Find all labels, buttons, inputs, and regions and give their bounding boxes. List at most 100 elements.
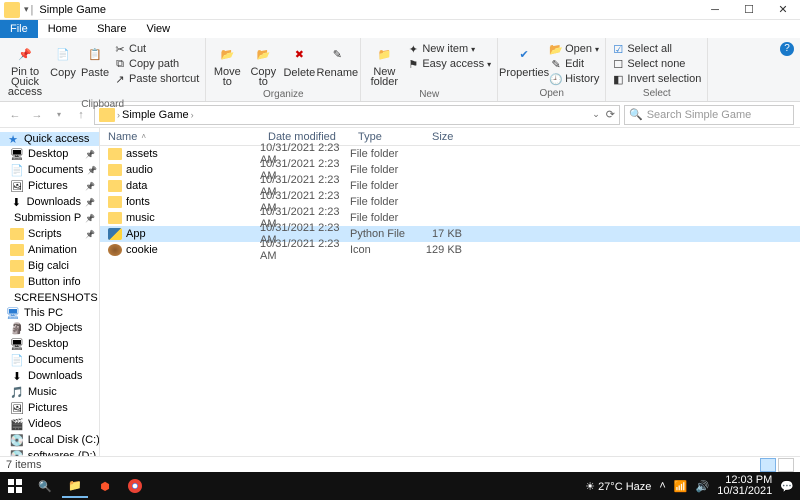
maximize-button[interactable]: ☐ [732, 0, 766, 20]
sidebar-item[interactable]: ⬇Downloads [0, 368, 99, 384]
sidebar-item[interactable]: SCREENSHOTS [0, 290, 99, 306]
taskbar[interactable]: 🔍 📁 ⬢ ☀ 27°C Haze ˄ 📶 🔊 12:03 PM 10/31/2… [0, 472, 800, 500]
select-all-button[interactable]: ☑Select all [610, 42, 703, 56]
file-row[interactable]: music10/31/2021 2:23 AMFile folder [100, 210, 800, 226]
file-row[interactable]: audio10/31/2021 2:23 AMFile folder [100, 162, 800, 178]
sidebar-item[interactable]: 🖥Desktop [0, 146, 99, 162]
sidebar-item[interactable]: 🖼Pictures [0, 400, 99, 416]
chevron-down-icon: ▾ [471, 45, 475, 54]
select-all-icon: ☑ [612, 43, 624, 55]
navigation-pane[interactable]: ★Quick access 🖥Desktop📄Documents🖼Picture… [0, 128, 100, 456]
cut-icon: ✂ [114, 43, 126, 55]
taskbar-explorer-icon[interactable]: 📁 [62, 474, 88, 498]
sidebar-item[interactable]: 🎬Videos [0, 416, 99, 432]
chevron-right-icon[interactable]: › [191, 110, 194, 120]
sidebar-this-pc[interactable]: 🖥This PC [0, 306, 99, 320]
sidebar-item[interactable]: Submission P [0, 210, 99, 226]
sidebar-item[interactable]: 💽Local Disk (C:) [0, 432, 99, 448]
notifications-icon[interactable]: 💬 [780, 480, 794, 493]
weather-widget[interactable]: ☀ 27°C Haze [585, 480, 651, 493]
file-row[interactable]: data10/31/2021 2:23 AMFile folder [100, 178, 800, 194]
taskbar-chrome-icon[interactable] [122, 474, 148, 498]
paste-shortcut-button[interactable]: ↗Paste shortcut [112, 72, 201, 86]
drive-icon: 📄 [10, 354, 24, 366]
close-button[interactable]: ✕ [766, 0, 800, 20]
column-size[interactable]: Size [424, 131, 468, 143]
tray-network-icon[interactable]: 📶 [674, 480, 688, 493]
file-row[interactable]: cookie10/31/2021 2:23 AMIcon129 KB [100, 242, 800, 258]
search-input[interactable]: 🔍 Search Simple Game [624, 105, 794, 125]
copy-path-button[interactable]: ⧉Copy path [112, 57, 201, 71]
sidebar-item[interactable]: Button info [0, 274, 99, 290]
file-row[interactable]: fonts10/31/2021 2:23 AMFile folder [100, 194, 800, 210]
chevron-right-icon[interactable]: › [117, 110, 120, 120]
ribbon-group-organize: 📂Move to 📂Copy to ✖Delete ✎Rename Organi… [206, 38, 361, 101]
folder-icon [10, 244, 24, 256]
copy-button[interactable]: 📄 Copy [48, 40, 78, 81]
new-item-button[interactable]: ✦New item▾ [405, 42, 493, 56]
ribbon-group-clipboard: 📌 Pin to Quick access 📄 Copy 📋 Paste ✂Cu… [0, 38, 206, 101]
properties-button[interactable]: ✔Properties [502, 40, 546, 81]
taskbar-clock[interactable]: 12:03 PM 10/31/2021 [717, 475, 772, 497]
sidebar-item[interactable]: 📄Documents [0, 162, 99, 178]
system-tray[interactable]: ☀ 27°C Haze ˄ 📶 🔊 12:03 PM 10/31/2021 💬 [585, 475, 798, 497]
icon-icon [108, 244, 122, 256]
history-button[interactable]: 🕘History [548, 72, 601, 86]
pin-to-quick-access-button[interactable]: 📌 Pin to Quick access [4, 40, 46, 99]
edit-icon: ✎ [550, 58, 562, 70]
window-title: Simple Game [39, 4, 106, 16]
sidebar-quick-access[interactable]: ★Quick access [0, 132, 99, 146]
sidebar-item[interactable]: 🗿3D Objects [0, 320, 99, 336]
file-row[interactable]: App10/31/2021 2:23 AMPython File17 KB [100, 226, 800, 242]
column-name[interactable]: Name˄ [100, 131, 260, 143]
taskbar-search-icon[interactable]: 🔍 [32, 474, 58, 498]
refresh-icon[interactable]: ⟳ [606, 108, 615, 121]
delete-button[interactable]: ✖Delete [282, 40, 316, 81]
sidebar-item[interactable]: Animation [0, 242, 99, 258]
sidebar-item[interactable]: 📄Documents [0, 352, 99, 368]
column-date[interactable]: Date modified [260, 131, 350, 143]
cut-button[interactable]: ✂Cut [112, 42, 201, 56]
file-list[interactable]: assets10/31/2021 2:23 AMFile folderaudio… [100, 146, 800, 456]
view-large-button[interactable] [778, 458, 794, 472]
edit-button[interactable]: ✎Edit [548, 57, 601, 71]
select-none-button[interactable]: ☐Select none [610, 57, 703, 71]
tray-overflow-icon[interactable]: ˄ [659, 480, 665, 492]
sidebar-item[interactable]: ⬇Downloads [0, 194, 99, 210]
tray-volume-icon[interactable]: 🔊 [696, 480, 710, 493]
sidebar-item[interactable]: 🖥Desktop [0, 336, 99, 352]
copy-to-button[interactable]: 📂Copy to [246, 40, 280, 89]
help-icon[interactable]: ? [780, 42, 794, 56]
move-to-button[interactable]: 📂Move to [210, 40, 244, 89]
file-row[interactable]: assets10/31/2021 2:23 AMFile folder [100, 146, 800, 162]
taskbar-brave-icon[interactable]: ⬢ [92, 474, 118, 498]
select-none-icon: ☐ [612, 58, 624, 70]
tab-file[interactable]: File [0, 20, 38, 38]
tab-home[interactable]: Home [38, 20, 87, 38]
invert-selection-button[interactable]: ◧Invert selection [610, 72, 703, 86]
view-details-button[interactable] [760, 458, 776, 472]
tab-view[interactable]: View [136, 20, 180, 38]
qat-caret-icon[interactable]: ▾ [24, 4, 29, 15]
sidebar-item[interactable]: 💽softwares (D:) [0, 448, 99, 456]
open-button[interactable]: 📂Open▾ [548, 42, 601, 56]
main-area: ★Quick access 🖥Desktop📄Documents🖼Picture… [0, 128, 800, 456]
rename-icon: ✎ [325, 42, 349, 66]
column-type[interactable]: Type [350, 131, 424, 143]
sidebar-item[interactable]: Scripts [0, 226, 99, 242]
ribbon-group-select: ☑Select all ☐Select none ◧Invert selecti… [606, 38, 708, 101]
chevron-down-icon[interactable]: ⌄ [592, 109, 600, 120]
rename-button[interactable]: ✎Rename [318, 40, 356, 81]
sidebar-item[interactable]: Big calci [0, 258, 99, 274]
paste-button[interactable]: 📋 Paste [80, 40, 110, 81]
start-button[interactable] [2, 474, 28, 498]
group-label-open: Open [502, 88, 601, 99]
breadcrumb-segment[interactable]: Simple Game [122, 109, 189, 121]
minimize-button[interactable]: ─ [698, 0, 732, 20]
new-folder-button[interactable]: 📁New folder [365, 40, 403, 89]
sidebar-item[interactable]: 🎵Music [0, 384, 99, 400]
sidebar-item[interactable]: 🖼Pictures [0, 178, 99, 194]
folder-icon [108, 164, 122, 176]
tab-share[interactable]: Share [87, 20, 136, 38]
easy-access-button[interactable]: ⚑Easy access▾ [405, 57, 493, 71]
